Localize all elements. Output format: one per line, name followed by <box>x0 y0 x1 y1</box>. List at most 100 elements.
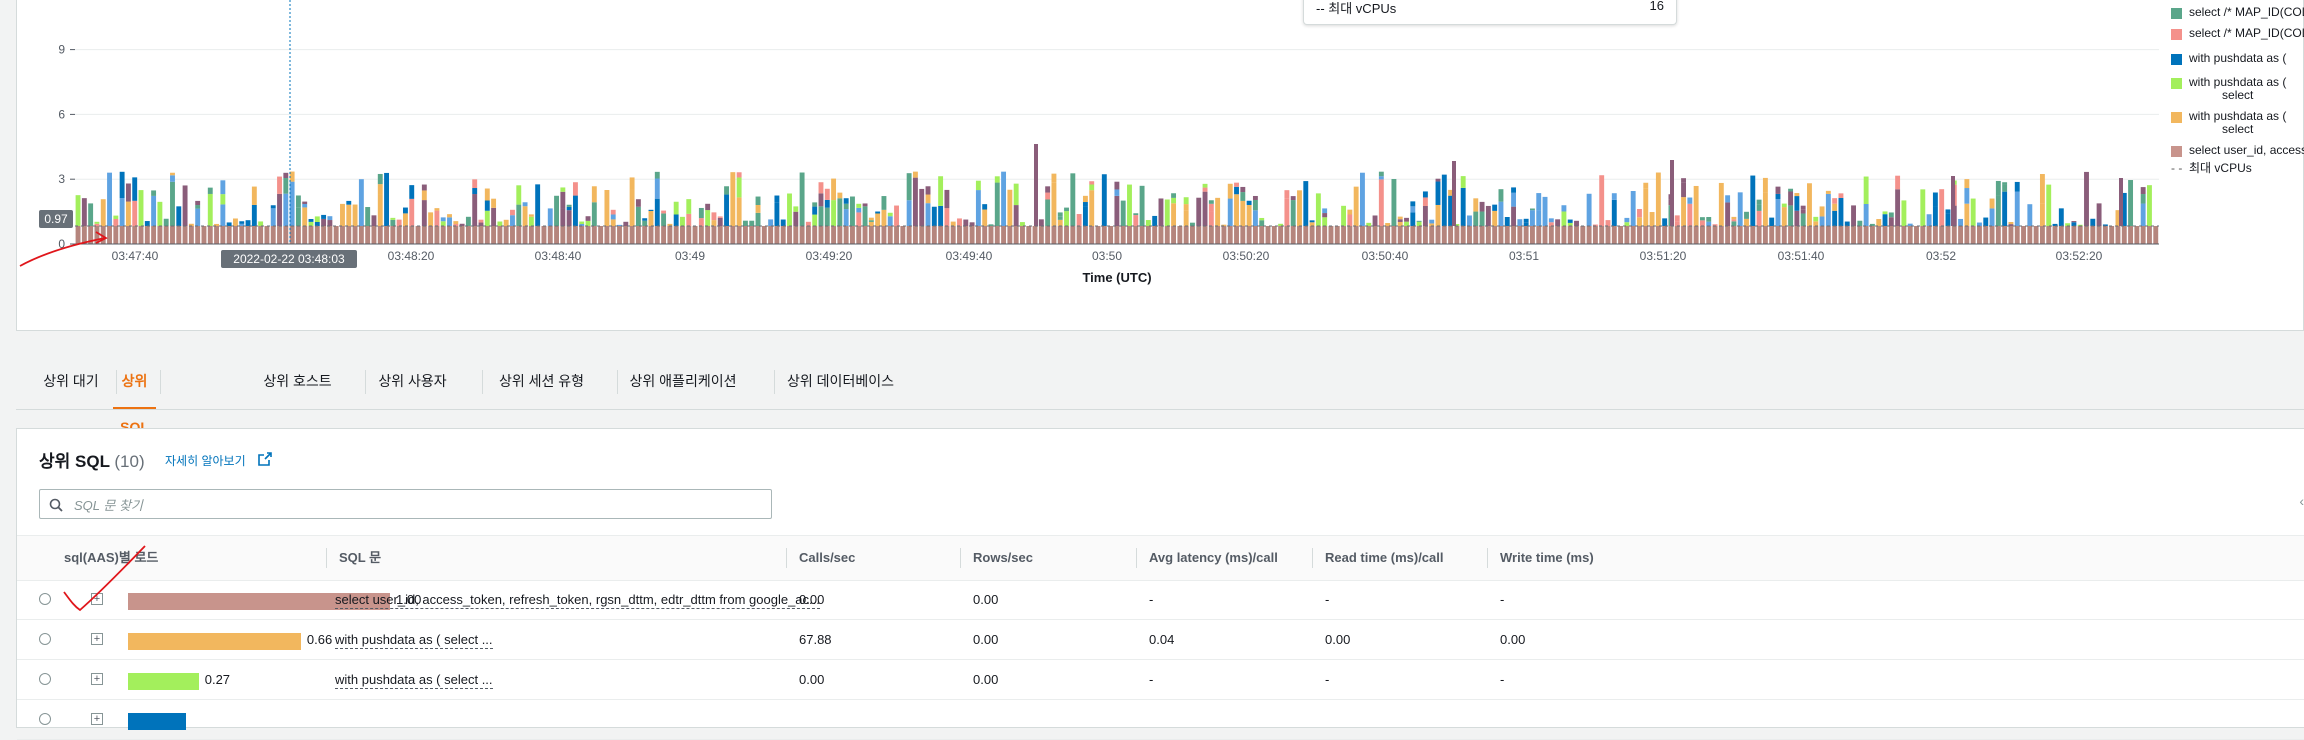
bar-segment <box>1171 203 1177 226</box>
tab-4[interactable]: 상위 세션 유형 <box>470 358 613 410</box>
bar-segment <box>1529 226 1535 244</box>
bar-segment <box>560 191 566 209</box>
bar-segment <box>1769 226 1775 244</box>
bar-segment <box>1813 226 1819 244</box>
table-row[interactable]: +0.27 with pushdata as ( select ... 0.00 0.… <box>17 660 2304 700</box>
bar-segment <box>1882 214 1888 226</box>
bar-segment <box>856 203 862 208</box>
bar-segment <box>887 212 893 217</box>
learn-more-link[interactable]: 자세히 알아보기 <box>165 452 246 469</box>
sql-search-box[interactable] <box>39 489 772 519</box>
bar-segment <box>100 199 106 226</box>
bar-segment <box>1240 192 1246 201</box>
bar-segment <box>680 226 685 244</box>
chevron-left-icon[interactable]: ‹ <box>2299 493 2304 509</box>
load-chart[interactable]: 0 3 6 9 03:47:40 03:48:20 03:48:40 03:49 03:49:2… <box>17 0 2304 331</box>
tab-2[interactable]: 상위 호스트 <box>234 358 361 410</box>
bar-segment <box>1567 219 1573 223</box>
y-tick-label: 6 <box>58 107 65 121</box>
bar-segment <box>1807 226 1812 244</box>
column-header[interactable]: Rows/sec <box>973 536 1033 580</box>
bar-segment <box>1473 198 1479 212</box>
external-link-icon[interactable] <box>257 451 273 467</box>
x-tick-label: 03:49:20 <box>806 249 853 263</box>
bar-segment <box>428 226 434 244</box>
bar-segment <box>390 219 396 226</box>
bar-segment <box>957 218 962 226</box>
bar-segment <box>1895 189 1901 226</box>
bar-segment <box>950 226 956 244</box>
expand-icon[interactable]: + <box>91 713 103 725</box>
sql-statement-link[interactable]: with pushdata as ( select ... <box>335 632 493 649</box>
bar-segment <box>1498 189 1504 202</box>
expand-icon[interactable]: + <box>91 633 103 645</box>
bar-segment <box>768 219 774 226</box>
tab-6[interactable]: 상위 데이터베이스 <box>757 358 924 410</box>
bar-segment <box>1725 195 1731 203</box>
row-radio[interactable] <box>39 593 51 605</box>
bar-segment <box>1391 226 1397 244</box>
bar-segment <box>1995 195 2001 226</box>
bar-segment <box>340 226 345 244</box>
read-time-cell: - <box>1325 592 1330 607</box>
row-radio[interactable] <box>39 633 51 645</box>
bar-segment <box>1290 196 1296 201</box>
tab-5[interactable]: 상위 애플리케이션 <box>596 358 770 410</box>
bar-segment <box>1082 195 1088 203</box>
column-header[interactable]: SQL 문 <box>339 536 381 580</box>
bar-segment <box>251 204 257 226</box>
bar-segment <box>1001 226 1007 244</box>
bar-segment <box>1989 198 1995 209</box>
bar-segment <box>1057 212 1063 217</box>
column-header[interactable]: Read time (ms)/call <box>1325 536 1444 580</box>
column-header[interactable]: Avg latency (ms)/call <box>1149 536 1278 580</box>
row-radio[interactable] <box>39 713 51 725</box>
column-header[interactable]: Write time (ms) <box>1500 536 1594 580</box>
search-icon <box>49 498 63 512</box>
bar-segment <box>931 206 937 226</box>
bar-segment <box>1681 197 1686 226</box>
bar-segment <box>963 226 969 244</box>
table-row[interactable]: +1.00 select user_id, access_token, refre… <box>17 580 2304 620</box>
expand-icon[interactable]: + <box>91 673 103 685</box>
bar-segment <box>1756 210 1762 226</box>
table-row[interactable]: + <box>17 700 2304 740</box>
bar-segment <box>421 184 427 191</box>
sql-statement-link[interactable]: with pushdata as ( select ... <box>335 672 493 689</box>
sql-statement-link[interactable]: select user_id, access_token, refresh_to… <box>335 592 820 609</box>
bar-segment <box>144 221 150 226</box>
bar-segment <box>1309 226 1315 244</box>
x-tick-label: 03:50 <box>1092 249 1122 263</box>
bar-segment <box>1637 208 1642 218</box>
column-header[interactable]: sql(AAS)별 로드 <box>64 536 158 580</box>
bar-segment <box>1825 226 1831 244</box>
bar-segment <box>648 211 654 226</box>
sql-search-input[interactable] <box>72 494 756 516</box>
bar-segment <box>472 226 478 244</box>
bar-segment <box>176 226 182 244</box>
bar-segment <box>2021 226 2026 244</box>
bar-segment <box>705 226 711 244</box>
bar-segment <box>1152 215 1158 218</box>
bar-segment <box>251 226 257 244</box>
bar-segment <box>912 177 918 226</box>
x-axis-title: Time (UTC) <box>1082 270 1151 285</box>
bar-segment <box>170 175 175 182</box>
bar-segment <box>220 180 226 195</box>
column-header[interactable]: Calls/sec <box>799 536 855 580</box>
tab-1[interactable]: 상위 SQL <box>113 358 156 435</box>
bar-segment <box>1158 226 1164 244</box>
bar-segment <box>724 186 729 195</box>
bar-segment <box>157 201 163 226</box>
expand-icon[interactable]: + <box>91 593 103 605</box>
bar-segment <box>635 206 641 226</box>
bar-segment <box>912 226 918 244</box>
tab-3[interactable]: 상위 사용자 <box>347 358 478 410</box>
sql-cell: with pushdata as ( select ... <box>335 620 493 659</box>
bar-segment <box>402 226 408 244</box>
tab-0[interactable]: 상위 대기 <box>30 358 112 410</box>
bar-segment <box>1322 226 1328 244</box>
row-radio[interactable] <box>39 673 51 685</box>
bar-segment <box>371 226 377 244</box>
table-row[interactable]: +0.66 with pushdata as ( select ... 67.88 0… <box>17 620 2304 660</box>
